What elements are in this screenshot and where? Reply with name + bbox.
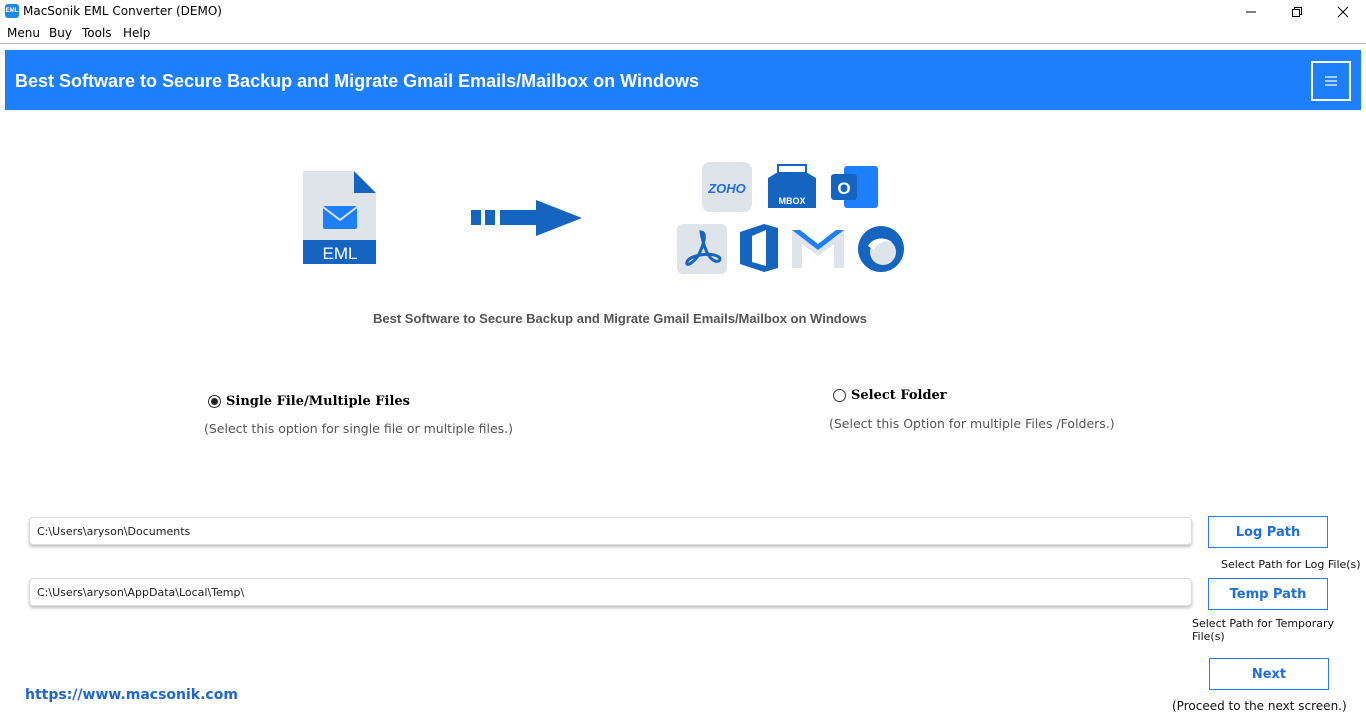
app-icon: EML (5, 4, 19, 18)
eml-label: EML (323, 244, 358, 263)
single-files-description: (Select this option for single file or m… (204, 421, 514, 436)
temp-path-hint: Select Path for Temporary File(s) (1192, 617, 1335, 643)
single-files-label: Single File/Multiple Files (226, 394, 410, 409)
office-icon (740, 224, 778, 272)
subtitle-text: Best Software to Secure Backup and Migra… (373, 311, 867, 326)
select-folder-label: Select Folder (851, 388, 947, 403)
hamburger-icon (1325, 76, 1337, 86)
thunderbird-icon (858, 226, 904, 272)
restore-button[interactable] (1274, 0, 1320, 24)
minimize-button[interactable] (1228, 0, 1274, 24)
log-path-button[interactable]: Log Path (1208, 516, 1328, 548)
outlook-icon: O (831, 166, 878, 208)
header-banner: Best Software to Secure Backup and Migra… (5, 50, 1361, 110)
zoho-icon: ZOHO (702, 162, 752, 212)
close-icon (1337, 6, 1349, 18)
menu-bar: Menu Buy Tools Help (0, 24, 1366, 44)
website-link[interactable]: https://www.macsonik.com (25, 687, 238, 703)
outlook-label: O (837, 179, 850, 198)
select-folder-option[interactable]: Select Folder (833, 388, 947, 403)
menu-item-help[interactable]: Help (123, 26, 150, 40)
menu-item-menu[interactable]: Menu (7, 26, 40, 40)
menu-item-buy[interactable]: Buy (49, 26, 72, 40)
log-path-input[interactable]: C:\Users\aryson\Documents (29, 517, 1192, 545)
menu-item-tools[interactable]: Tools (82, 26, 112, 40)
restore-icon (1292, 7, 1302, 17)
banner-title: Best Software to Secure Backup and Migra… (15, 71, 699, 91)
pdf-icon (677, 224, 727, 274)
mbox-icon: MBOX (768, 164, 816, 208)
title-bar: EML MacSonik EML Converter (DEMO) (0, 0, 1366, 24)
log-path-hint: Select Path for Log File(s) (1221, 558, 1361, 571)
eml-file-icon: EML (303, 171, 376, 264)
select-folder-radio[interactable] (833, 389, 846, 402)
select-folder-description: (Select this Option for multiple Files /… (829, 416, 1115, 431)
minimize-icon (1246, 11, 1256, 13)
close-button[interactable] (1320, 0, 1366, 24)
single-files-option[interactable]: Single File/Multiple Files (208, 394, 410, 409)
temp-path-input[interactable]: C:\Users\aryson\AppData\Local\Temp\ (29, 578, 1192, 606)
next-hint: (Proceed to the next screen.) (1172, 699, 1347, 713)
next-button[interactable]: Next (1209, 658, 1329, 690)
single-files-radio[interactable] (208, 395, 221, 408)
window-title: MacSonik EML Converter (DEMO) (23, 4, 222, 18)
zoho-label: ZOHO (707, 181, 746, 196)
gmail-icon (792, 230, 844, 268)
hamburger-menu-button[interactable] (1311, 61, 1351, 101)
arrow-right-icon (471, 200, 582, 236)
temp-path-button[interactable]: Temp Path (1208, 578, 1328, 610)
mbox-label: MBOX (779, 196, 806, 206)
